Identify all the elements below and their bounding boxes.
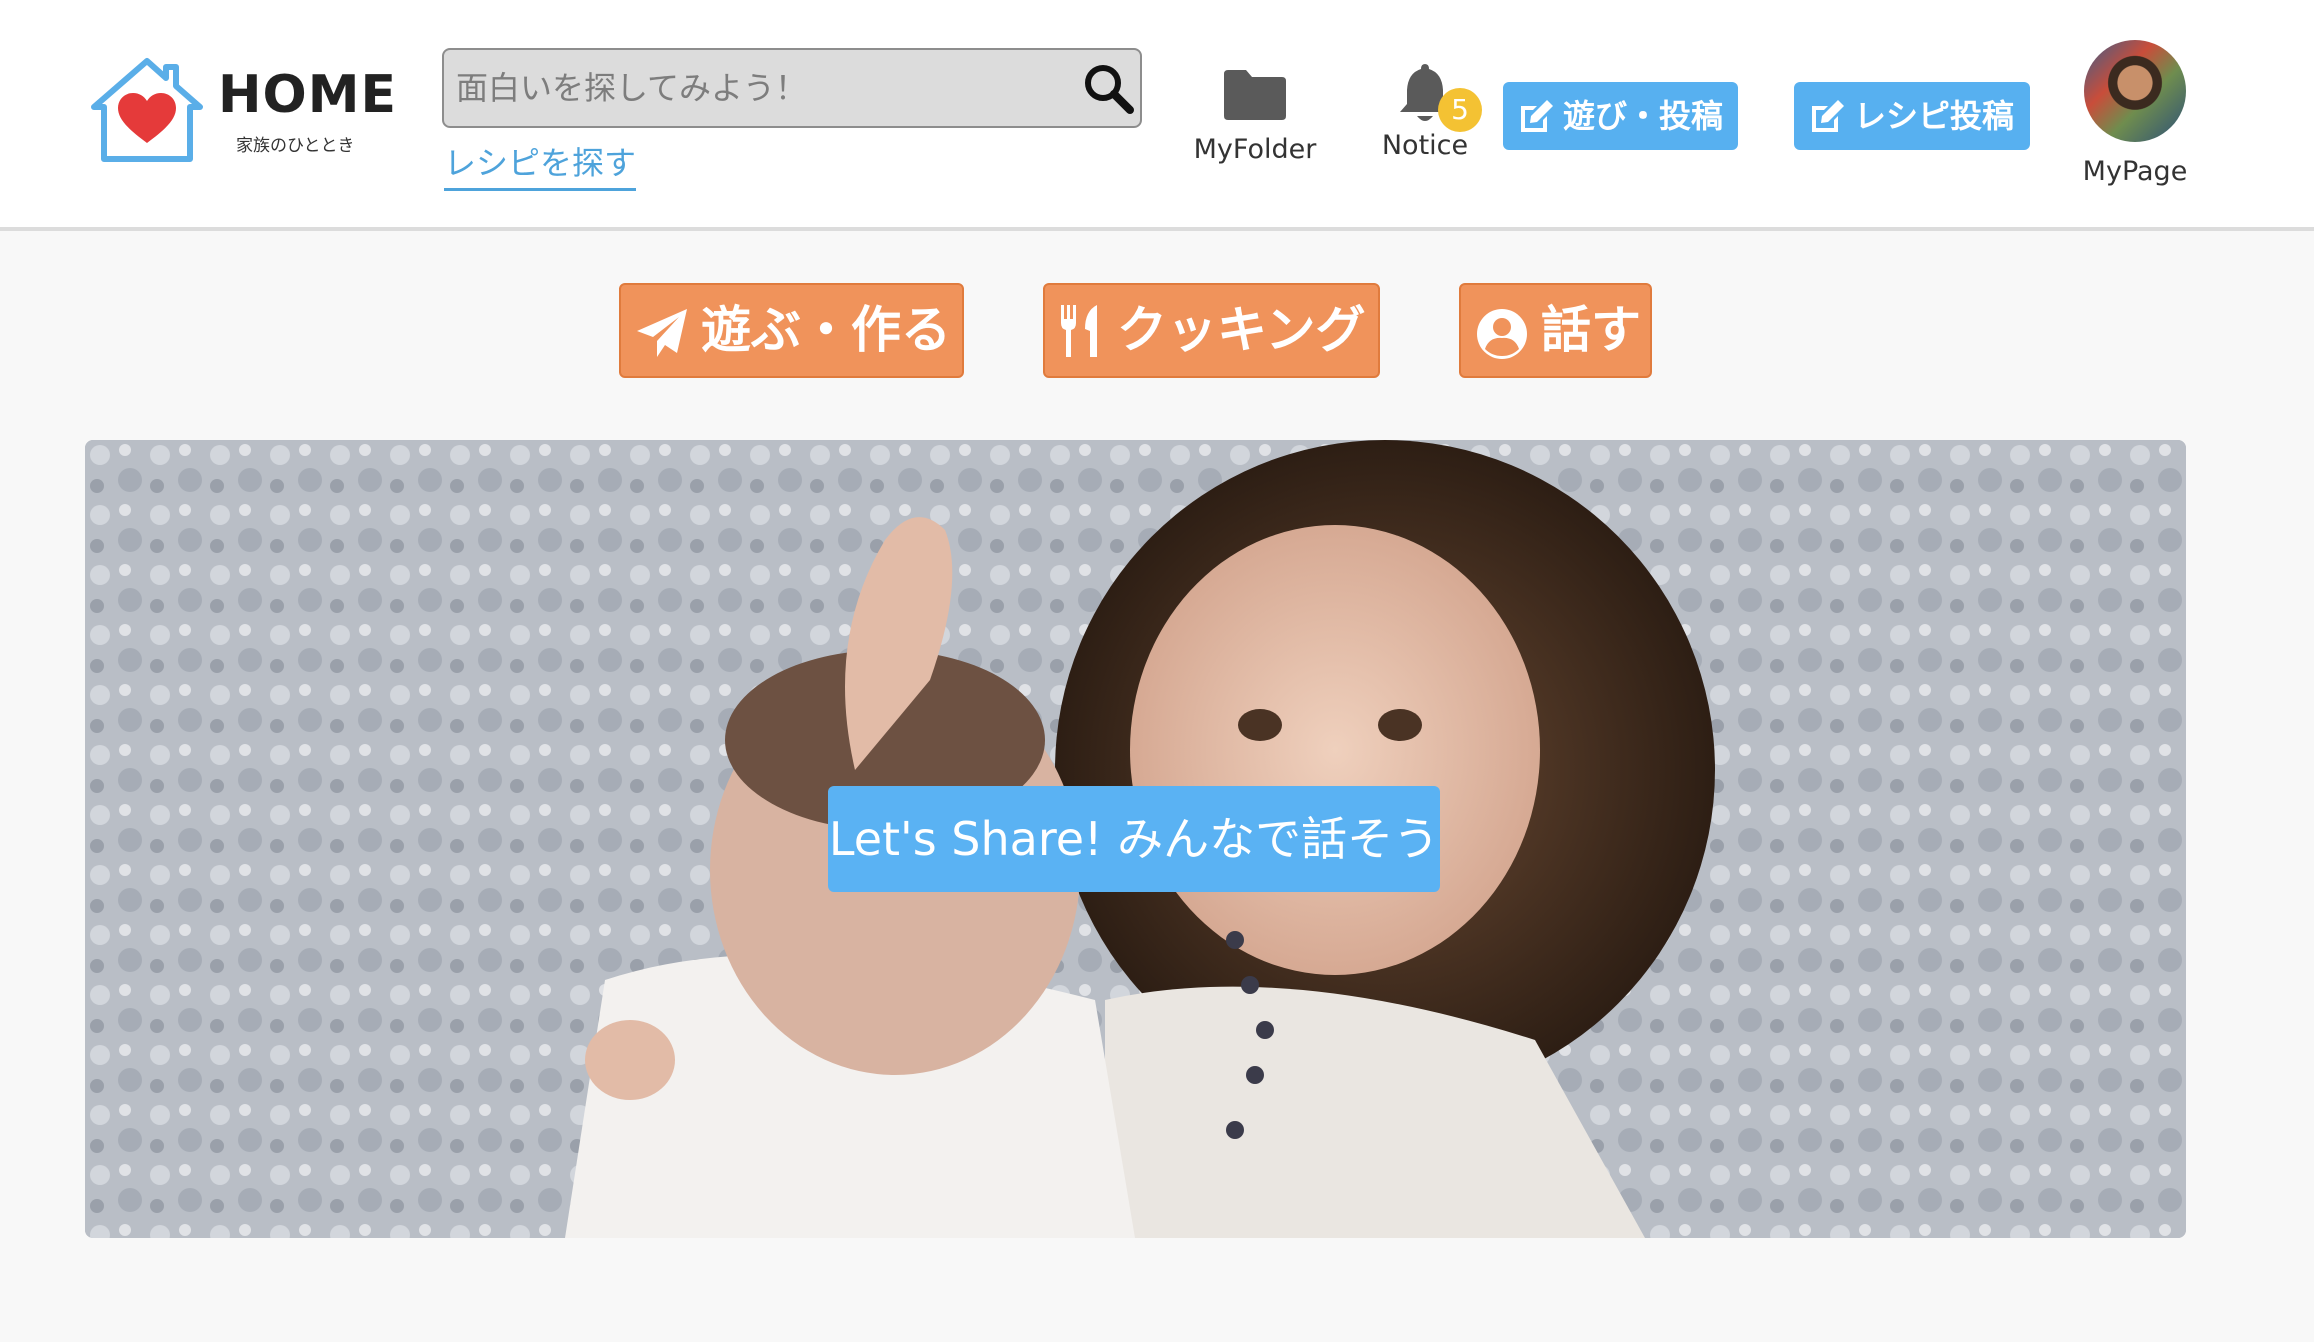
notice-count-badge: 5	[1438, 88, 1482, 132]
hero-banner[interactable]: Let's Share! みんなで話そう	[85, 440, 2186, 1238]
my-page-button[interactable]: MyPage	[2070, 40, 2200, 187]
recipe-search-link[interactable]: レシピを探す	[444, 138, 637, 191]
utensils-icon	[1061, 305, 1097, 357]
search-input[interactable]	[456, 50, 1056, 126]
avatar	[2084, 40, 2186, 142]
paper-plane-icon	[637, 309, 687, 357]
category-play-label: 遊ぶ・作る	[701, 301, 951, 359]
my-folder-label: MyFolder	[1193, 134, 1317, 165]
site-logo[interactable]: HOME 家族のひととき	[88, 55, 396, 167]
folder-icon	[1224, 70, 1286, 120]
site-header: HOME 家族のひととき レシピを探す MyFolder 5 Notice	[0, 0, 2314, 231]
recipe-post-button[interactable]: レシピ投稿	[1794, 82, 2030, 150]
logo-title: HOME	[218, 65, 397, 125]
user-circle-icon	[1477, 309, 1527, 359]
search-box	[442, 48, 1142, 128]
notice-label: Notice	[1381, 130, 1469, 161]
house-heart-icon	[91, 58, 203, 162]
my-folder-button[interactable]: MyFolder	[1190, 66, 1320, 165]
category-cooking-label: クッキング	[1117, 301, 1366, 359]
edit-icon	[1521, 100, 1553, 132]
notice-button[interactable]: 5 Notice	[1360, 60, 1490, 161]
recipe-post-label: レシピ投稿	[1854, 97, 2015, 135]
logo-subtitle: 家族のひととき	[236, 136, 355, 156]
search-icon[interactable]	[1080, 60, 1136, 116]
edit-icon	[1812, 100, 1844, 132]
my-page-label: MyPage	[2082, 156, 2188, 187]
category-cooking-button[interactable]: クッキング	[1043, 283, 1380, 378]
category-talk-label: 話す	[1541, 301, 1641, 359]
category-talk-button[interactable]: 話す	[1459, 283, 1652, 378]
play-post-label: 遊び・投稿	[1563, 97, 1724, 135]
category-play-button[interactable]: 遊ぶ・作る	[619, 283, 964, 378]
hero-caption[interactable]: Let's Share! みんなで話そう	[828, 786, 1440, 892]
notice-bell: 5	[1390, 60, 1482, 132]
play-post-button[interactable]: 遊び・投稿	[1503, 82, 1738, 150]
